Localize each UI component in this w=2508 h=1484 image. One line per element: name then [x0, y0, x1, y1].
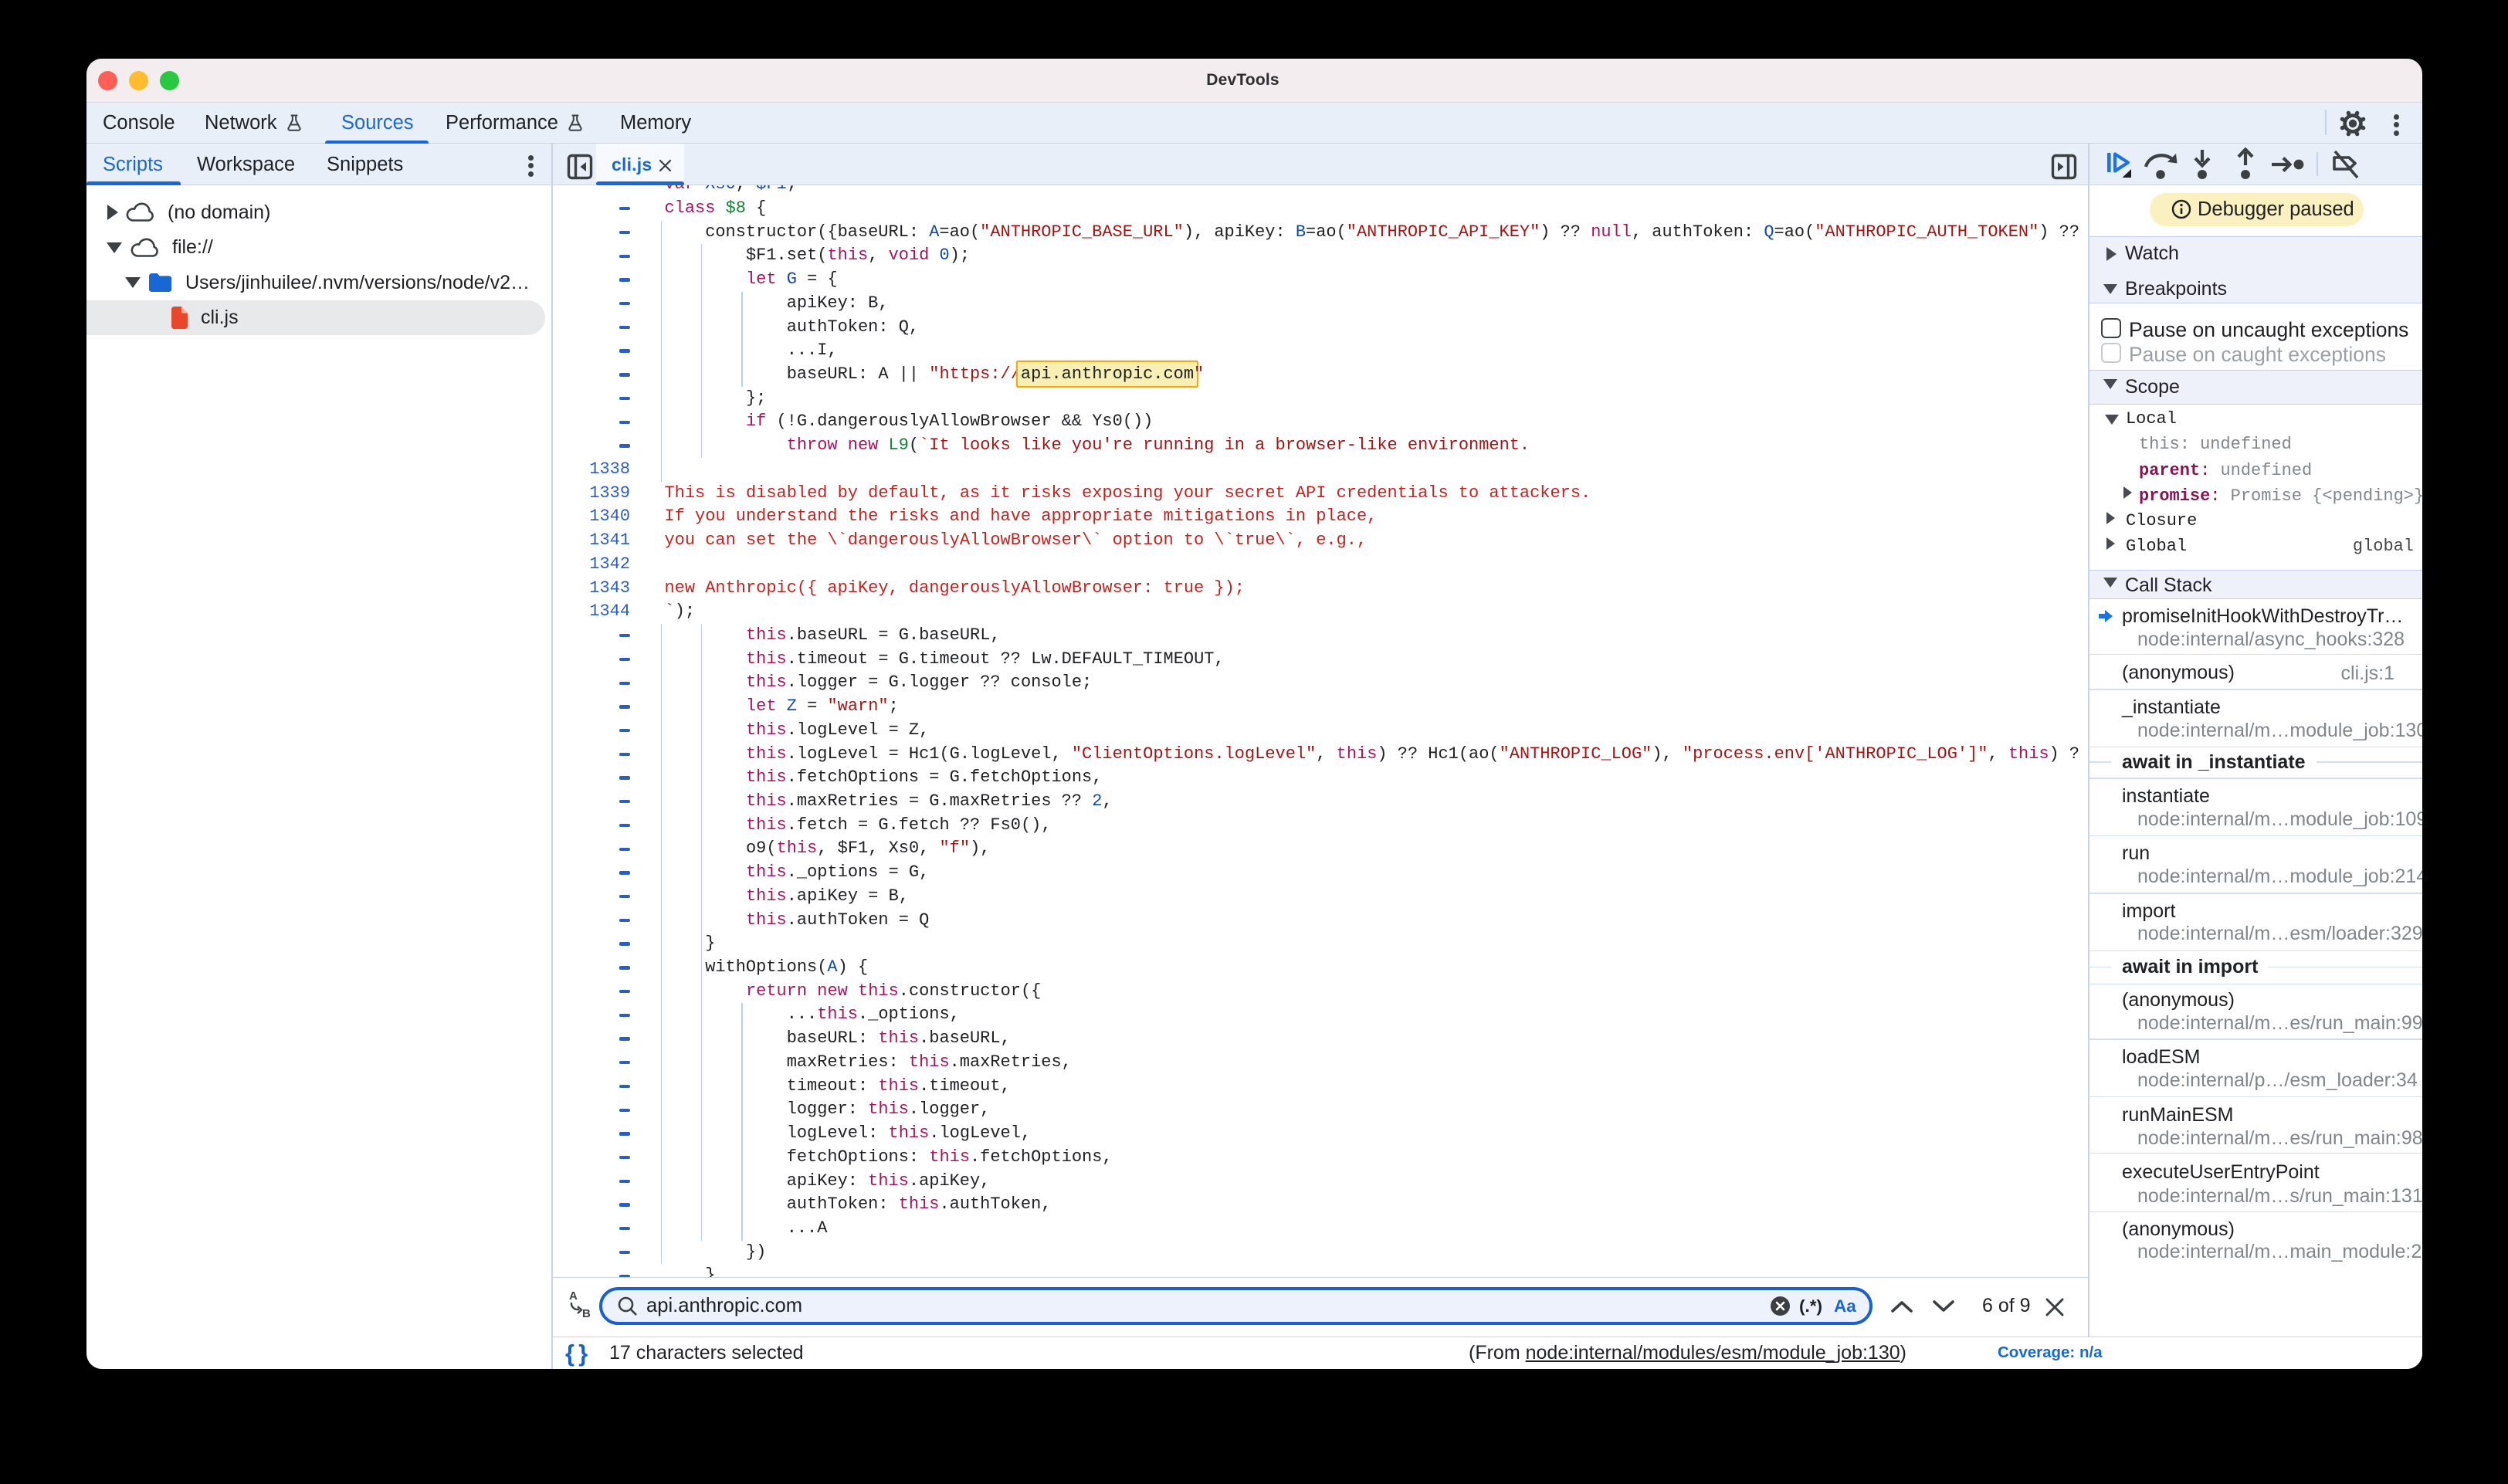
svg-text:A: A: [569, 1289, 578, 1303]
svg-text:B: B: [582, 1307, 591, 1320]
